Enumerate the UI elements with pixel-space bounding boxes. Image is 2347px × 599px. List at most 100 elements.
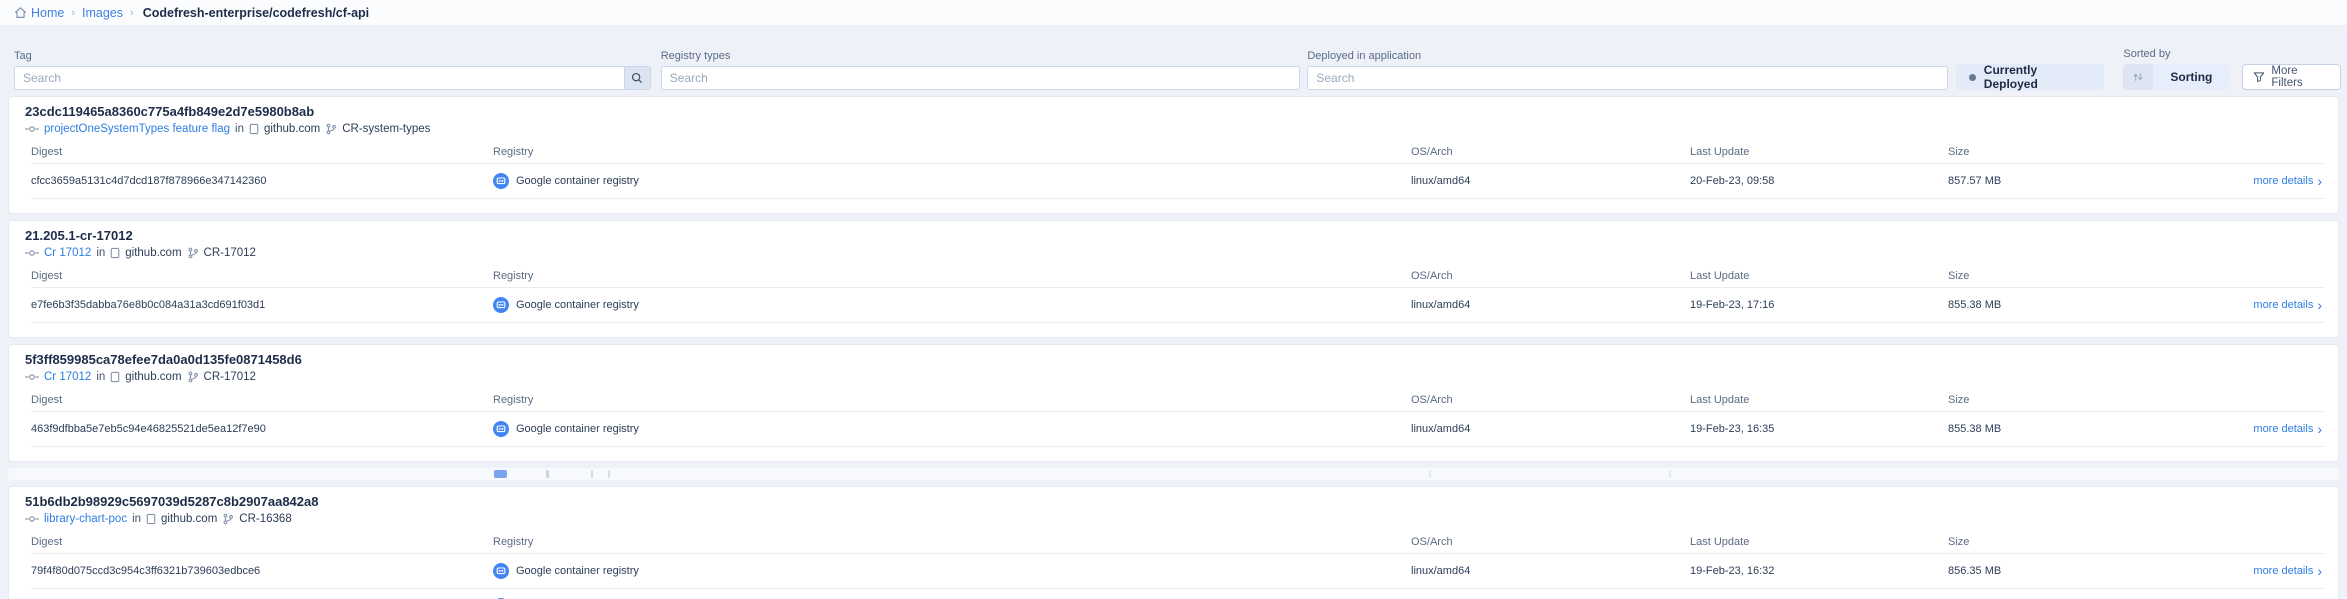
column-header-size: Size [1948, 536, 2228, 548]
column-header-last-update: Last Update [1690, 270, 1948, 282]
registry-name: Google container registry [516, 299, 639, 311]
os-arch-value: linux/amd64 [1411, 565, 1690, 577]
git-branch-icon [187, 371, 199, 383]
commit-message-link[interactable]: Cr 17012 [44, 247, 91, 259]
last-update-value: 19-Feb-23, 16:35 [1690, 423, 1948, 435]
more-details-link[interactable]: more details › [2253, 175, 2324, 187]
sorted-by-label: Sorted by [2123, 48, 2229, 60]
filter-funnel-icon [2253, 71, 2265, 83]
more-details-link[interactable]: more details › [2253, 565, 2324, 577]
breadcrumb-home[interactable]: Home [31, 6, 64, 20]
sort-direction-button[interactable] [2123, 64, 2153, 90]
tag-search-input[interactable] [15, 67, 624, 89]
more-details-link[interactable]: more details › [2253, 299, 2324, 311]
column-header-last-update: Last Update [1690, 394, 1948, 406]
repository-name: github.com [125, 247, 181, 259]
commit-message-link[interactable]: projectOneSystemTypes feature flag [44, 123, 230, 135]
google-container-registry-icon [493, 173, 509, 189]
in-label: in [235, 123, 244, 135]
tag-search-box [14, 66, 651, 90]
size-value: 856.35 MB [1948, 565, 2228, 577]
last-update-value: 19-Feb-23, 16:32 [1690, 565, 1948, 577]
placeholder-thumb [494, 470, 507, 478]
table-header: Digest Registry OS/Arch Last Update Size [31, 531, 2324, 554]
google-container-registry-icon [493, 563, 509, 579]
sorting-label: Sorting [2170, 70, 2212, 84]
column-header-digest: Digest [31, 394, 493, 406]
image-table: Digest Registry OS/Arch Last Update Size… [25, 141, 2324, 213]
breadcrumb: Home › Images › Codefresh-enterprise/cod… [0, 0, 2347, 26]
repository-icon [110, 371, 120, 383]
digest-value: e7fe6b3f35dabba76e8b0c084a31a3cd691f03d1 [31, 299, 493, 311]
size-value: 855.38 MB [1948, 423, 2228, 435]
repository-name: github.com [161, 513, 217, 525]
repository-icon [110, 247, 120, 259]
column-header-os-arch: OS/Arch [1411, 146, 1690, 158]
os-arch-value: linux/amd64 [1411, 299, 1690, 311]
column-header-size: Size [1948, 270, 2228, 282]
branch-name: CR-16368 [239, 513, 291, 525]
column-header-digest: Digest [31, 536, 493, 548]
registry-name: Google container registry [516, 175, 639, 187]
placeholder-mark [591, 470, 593, 478]
registry-types-search-input[interactable] [661, 66, 1301, 90]
column-header-registry: Registry [493, 394, 1411, 406]
chevron-right-icon: › [2317, 424, 2322, 434]
google-container-registry-icon [493, 297, 509, 313]
size-value: 857.57 MB [1948, 175, 2228, 187]
chevron-right-icon: › [2317, 300, 2322, 310]
tag-search-button[interactable] [624, 67, 650, 89]
commit-info: Cr 17012 in github.com CR-17012 [25, 370, 2324, 384]
breadcrumb-images[interactable]: Images [82, 6, 123, 20]
column-header-digest: Digest [31, 146, 493, 158]
column-header-last-update: Last Update [1690, 536, 1948, 548]
table-row: 463f9dfbba5e7eb5c94e46825521de5ea12f7e90… [31, 412, 2324, 447]
deployed-in-application-search-input[interactable] [1307, 66, 1948, 90]
search-icon [631, 72, 643, 84]
table-row: e7fe6b3f35dabba76e8b0c084a31a3cd691f03d1… [31, 288, 2324, 323]
in-label: in [132, 513, 141, 525]
digest-value: 79f4f80d075ccd3c954c3ff6321b739603edbce6 [31, 565, 493, 577]
virtual-scroll-placeholder [8, 468, 2339, 480]
table-header: Digest Registry OS/Arch Last Update Size [31, 389, 2324, 412]
in-label: in [96, 247, 105, 259]
sorting-control[interactable]: Sorting [2123, 64, 2229, 90]
table-header: Digest Registry OS/Arch Last Update Size [31, 265, 2324, 288]
column-header-size: Size [1948, 394, 2228, 406]
sorting-field-selector[interactable]: Sorting [2153, 64, 2229, 90]
google-container-registry-icon [493, 421, 509, 437]
filters-bar: Tag Registry types Deployed in applicati… [0, 26, 2347, 90]
branch-name: CR-17012 [204, 247, 256, 259]
image-tag-title: 21.205.1-cr-17012 [25, 228, 2324, 243]
chevron-right-icon: › [2317, 566, 2322, 576]
branch-name: CR-system-types [342, 123, 430, 135]
git-commit-icon [25, 514, 39, 524]
registry-name: Google container registry [516, 423, 639, 435]
table-row: 79f4f80d075ccd3c954c3ff6321b739603edbce6… [31, 554, 2324, 589]
image-table: Digest Registry OS/Arch Last Update Size… [25, 389, 2324, 461]
placeholder-mark [608, 470, 610, 478]
more-details-link[interactable]: more details › [2253, 423, 2324, 435]
image-card: 51b6db2b98929c5697039d5287c8b2907aa842a8… [8, 486, 2339, 599]
currently-deployed-toggle[interactable]: Currently Deployed [1956, 64, 2104, 90]
breadcrumb-separator: › [71, 7, 75, 19]
os-arch-value: linux/amd64 [1411, 423, 1690, 435]
placeholder-mark [1429, 470, 1431, 478]
image-tag-title: 51b6db2b98929c5697039d5287c8b2907aa842a8 [25, 494, 2324, 509]
image-card: 23cdc119465a8360c775a4fb849e2d7e5980b8ab… [8, 96, 2339, 214]
registry-types-filter-label: Registry types [661, 50, 1301, 62]
table-row: cfcc3659a5131c4d7dcd187f878966e347142360… [31, 164, 2324, 199]
branch-name: CR-17012 [204, 371, 256, 383]
image-card: 21.205.1-cr-17012 Cr 17012 in github.com… [8, 220, 2339, 338]
more-filters-button[interactable]: More Filters [2242, 64, 2341, 90]
commit-message-link[interactable]: Cr 17012 [44, 371, 91, 383]
column-header-os-arch: OS/Arch [1411, 270, 1690, 282]
tag-filter-group: Tag [14, 50, 651, 90]
git-branch-icon [325, 123, 337, 135]
commit-message-link[interactable]: library-chart-poc [44, 513, 127, 525]
image-tag-title: 5f3ff859985ca78efee7da0a0d135fe0871458d6 [25, 352, 2324, 367]
registry-types-filter-group: Registry types [661, 50, 1301, 90]
image-card: 5f3ff859985ca78efee7da0a0d135fe0871458d6… [8, 344, 2339, 462]
git-commit-icon [25, 124, 39, 134]
status-dot-icon [1969, 74, 1976, 81]
